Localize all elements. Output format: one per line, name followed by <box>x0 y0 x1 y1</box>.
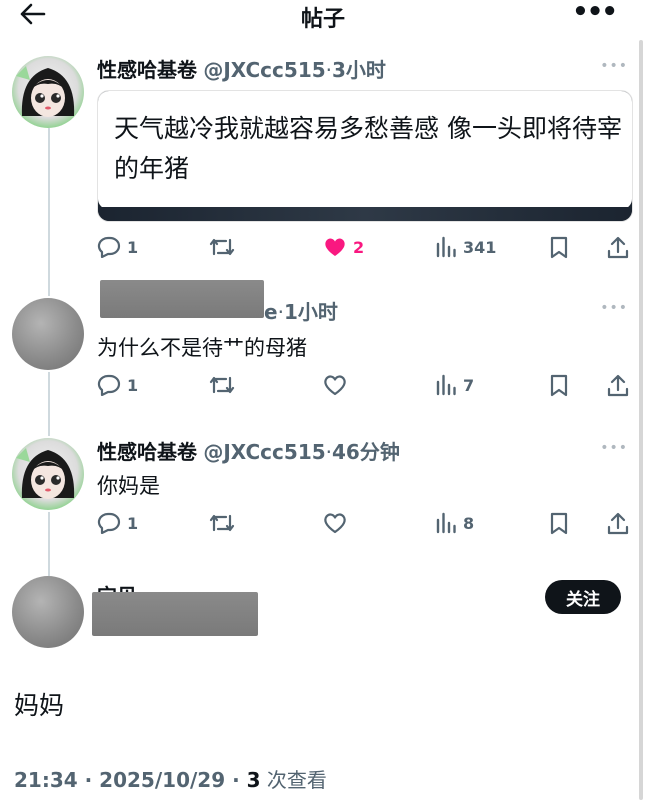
share-icon <box>607 512 629 535</box>
repost-icon <box>209 514 235 532</box>
avatar[interactable] <box>12 576 84 648</box>
avatar[interactable] <box>12 438 84 510</box>
views-label: 次查看 <box>260 768 327 792</box>
repost-button[interactable] <box>209 512 241 534</box>
repost-button[interactable] <box>209 236 241 258</box>
scrollbar[interactable] <box>639 40 643 800</box>
post-time[interactable]: 3小时 <box>332 58 386 82</box>
redacted-name <box>100 280 264 318</box>
post-author[interactable]: e·1小时 <box>264 296 338 325</box>
anime-avatar-image <box>16 448 75 499</box>
post-meta: 21:34 · 2025/10/29 · 3 次查看 <box>14 764 327 793</box>
more-horizontal-icon: ••• <box>600 58 628 74</box>
reply-count: 1 <box>127 237 139 257</box>
user-handle[interactable]: @JXCcc515 <box>203 440 325 464</box>
display-name[interactable]: 性感哈基卷 <box>97 58 197 82</box>
more-horizontal-icon: ••• <box>572 0 618 27</box>
analytics-icon <box>436 512 456 534</box>
reply-icon <box>97 374 121 396</box>
like-button[interactable] <box>323 374 353 396</box>
display-name[interactable]: 性感哈基卷 <box>97 440 197 464</box>
share-icon <box>607 236 629 259</box>
analytics-icon <box>436 374 456 396</box>
media-card[interactable]: 天气越冷我就越容易多愁善感 像一头即将待宰的年猪 <box>97 90 633 222</box>
reply-button[interactable]: 1 <box>97 236 138 258</box>
post-time[interactable]: 46分钟 <box>332 440 400 464</box>
more-horizontal-icon: ••• <box>600 300 628 316</box>
share-button[interactable] <box>607 236 629 260</box>
action-bar: 1 8 <box>97 512 637 540</box>
share-button[interactable] <box>607 374 629 398</box>
views-button[interactable]: 8 <box>435 512 474 534</box>
post-author[interactable]: 性感哈基卷 @JXCcc515·46分钟 <box>97 436 400 465</box>
reply-icon <box>97 512 121 534</box>
repost-icon <box>209 238 235 256</box>
more-horizontal-icon: ••• <box>600 440 628 456</box>
redacted-name <box>92 592 258 636</box>
analytics-icon <box>436 236 456 258</box>
bookmark-icon <box>550 374 568 397</box>
action-bar: 1 2 341 <box>97 236 637 264</box>
post-menu-button[interactable]: ••• <box>600 440 628 456</box>
views-button[interactable]: 341 <box>435 236 496 258</box>
view-count[interactable]: 3 <box>247 768 261 792</box>
post-text: 妈妈 <box>14 691 65 720</box>
post-menu-button[interactable]: ••• <box>600 300 628 316</box>
thread-line <box>48 128 50 296</box>
bookmark-button[interactable] <box>549 512 569 536</box>
follow-button[interactable]: 关注 <box>545 580 621 614</box>
heart-icon <box>324 513 346 534</box>
avatar[interactable] <box>12 56 84 128</box>
repost-icon <box>209 376 235 394</box>
post-menu-button[interactable]: ••• <box>600 58 628 74</box>
view-count: 7 <box>463 375 475 395</box>
post-time[interactable]: 1小时 <box>284 300 338 324</box>
like-button[interactable]: 2 <box>323 236 364 258</box>
action-bar: 1 7 <box>97 374 637 402</box>
top-bar: 帖子 ••• <box>0 0 646 32</box>
bookmark-icon <box>550 236 568 259</box>
media-image-strip <box>98 207 632 221</box>
reply-icon <box>97 236 121 258</box>
share-icon <box>607 374 629 397</box>
heart-filled-icon <box>325 238 345 256</box>
post-timestamp[interactable]: 21:34 · 2025/10/29 · <box>14 768 247 792</box>
reply-count: 1 <box>127 513 139 533</box>
view-count: 8 <box>463 513 475 533</box>
heart-icon <box>324 375 346 396</box>
like-button[interactable] <box>323 512 353 534</box>
view-count: 341 <box>463 237 497 257</box>
post-text: 你妈是 <box>97 474 160 498</box>
user-handle[interactable]: e <box>264 300 278 324</box>
bookmark-icon <box>550 512 568 535</box>
reply-button[interactable]: 1 <box>97 374 138 396</box>
avatar[interactable] <box>12 298 84 370</box>
reply-count: 1 <box>127 375 139 395</box>
like-count: 2 <box>353 237 365 257</box>
post-author[interactable]: 性感哈基卷 @JXCcc515·3小时 <box>97 54 386 83</box>
views-button[interactable]: 7 <box>435 374 474 396</box>
more-button[interactable]: ••• <box>572 0 618 25</box>
repost-button[interactable] <box>209 374 241 396</box>
share-button[interactable] <box>607 512 629 536</box>
reply-button[interactable]: 1 <box>97 512 138 534</box>
thread-line <box>48 512 50 576</box>
bookmark-button[interactable] <box>549 236 569 260</box>
media-text: 天气越冷我就越容易多愁善感 像一头即将待宰的年猪 <box>114 114 622 183</box>
anime-avatar-image <box>16 66 75 117</box>
thread-line <box>48 372 50 436</box>
user-handle[interactable]: @JXCcc515 <box>203 58 325 82</box>
post-text: 为什么不是待艹的母猪 <box>97 336 307 360</box>
page-title: 帖子 <box>300 7 345 32</box>
bookmark-button[interactable] <box>549 374 569 398</box>
